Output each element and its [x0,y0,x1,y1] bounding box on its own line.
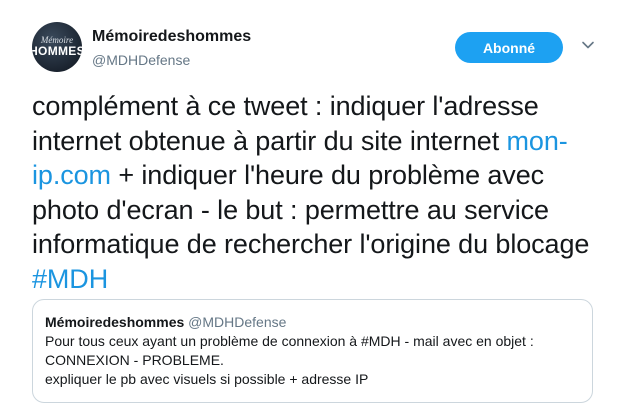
quoted-line: CONNEXION - PROBLEME. [45,352,224,368]
quoted-author-name: Mémoiredeshommes [45,314,185,330]
tweet-text-part2: + indiquer l'heure du problème avec phot… [32,160,590,259]
quoted-tweet[interactable]: Mémoiredeshommes @MDHDefense Pour tous c… [32,299,593,403]
tweet-header: Mémoire HOMMES Mémoiredeshommes @MDHDefe… [32,22,607,76]
tweet-text: complément à ce tweet : indiquer l'adres… [32,89,602,296]
author-handle[interactable]: @MDHDefense [92,52,190,68]
quoted-author-handle: @MDHDefense [188,314,287,330]
quoted-tweet-text: Pour tous ceux ayant un problème de conn… [45,332,580,389]
chevron-down-icon[interactable] [581,38,595,52]
avatar[interactable]: Mémoire HOMMES [32,22,82,72]
quoted-line: Pour tous ceux ayant un problème de conn… [45,333,534,349]
following-button[interactable]: Abonné [455,32,563,63]
tweet-text-part1: complément à ce tweet : indiquer l'adres… [32,91,539,156]
quoted-tweet-header: Mémoiredeshommes @MDHDefense [45,313,580,331]
avatar-text-bottom: HOMMES [32,44,82,58]
author-name[interactable]: Mémoiredeshommes [92,28,251,46]
hashtag-link[interactable]: #MDH [32,264,108,294]
quoted-line: expliquer le pb avec visuels si possible… [45,371,369,387]
